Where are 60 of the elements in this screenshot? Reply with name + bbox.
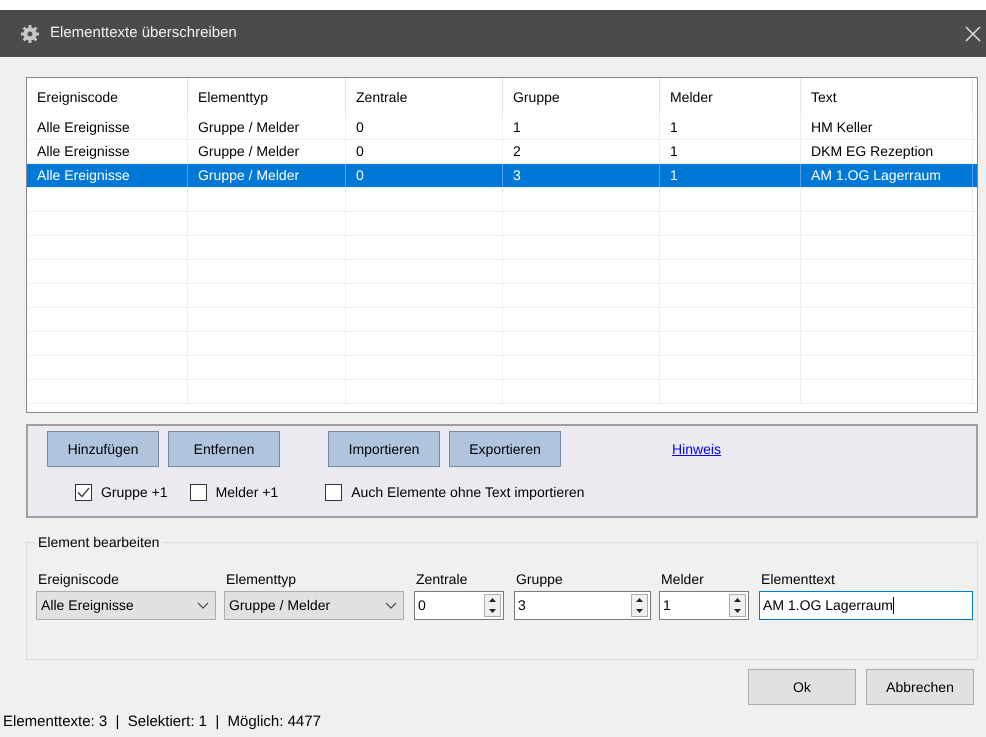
window-title: Elementtexte überschreiben — [50, 23, 237, 44]
column-header[interactable]: Melder — [670, 86, 713, 108]
dialog-button[interactable]: Ok — [748, 669, 856, 705]
dialog-button[interactable]: Abbrechen — [866, 669, 974, 705]
table-cell-text: 1 — [513, 118, 521, 137]
table-cell-text: Gruppe / Melder — [198, 166, 300, 185]
table-cell-text: 1 — [670, 166, 678, 185]
field-label: Elementtyp — [225, 570, 298, 589]
table-cell-text: 0 — [356, 142, 364, 161]
table-row[interactable]: Alle Ereignisse Gruppe / Melder 0 3 1 AM 1.OG Lagerraum — [27, 164, 977, 188]
status-text: Elementtexte: 3 | Selektiert: 1 | Möglich: 4477 — [3, 712, 321, 732]
table-row[interactable]: Alle Ereignisse Gruppe / Melder 0 1 1 HM Keller — [27, 116, 977, 140]
dropdown[interactable]: Alle Ereignisse — [36, 591, 216, 620]
toolbar-button[interactable]: Hinzufügen — [47, 431, 159, 467]
table-cell-text: Gruppe / Melder — [198, 142, 300, 161]
table-cell-text: Gruppe / Melder — [198, 118, 300, 137]
field-label: Zentrale — [415, 570, 468, 589]
chevron-down-icon — [197, 602, 209, 610]
table-cell-text: 0 — [356, 118, 364, 137]
text-field[interactable]: AM 1.OG Lagerraum — [759, 591, 973, 620]
spin-box[interactable]: 0 — [414, 591, 504, 620]
column-header[interactable]: Elementtyp — [198, 86, 268, 108]
checkbox-label[interactable]: Melder +1 — [216, 482, 278, 502]
table-cell-text: AM 1.OG Lagerraum — [811, 166, 941, 185]
table-cell-text: Alle Ereignisse — [37, 166, 130, 185]
table-cell-text: 1 — [670, 118, 678, 137]
checkbox-label[interactable]: Auch Elemente ohne Text importieren — [351, 482, 584, 502]
chevron-down-icon — [385, 602, 397, 610]
field-label: Elementtext — [760, 570, 836, 589]
toolbar-button[interactable]: Importieren — [328, 431, 440, 467]
checkbox-label[interactable]: Gruppe +1 — [101, 482, 168, 502]
hint-link[interactable]: Hinweis — [672, 438, 722, 460]
table-cell-text: 3 — [513, 166, 521, 185]
field-label: Gruppe — [515, 570, 564, 589]
checkbox[interactable] — [325, 484, 342, 500]
column-header[interactable]: Ereigniscode — [37, 86, 118, 108]
table-cell-text: 0 — [356, 166, 364, 185]
spin-box[interactable]: 3 — [514, 591, 651, 620]
column-header[interactable]: Text — [811, 86, 837, 108]
table-cell-text: 1 — [670, 142, 678, 161]
checkbox[interactable] — [75, 484, 92, 500]
toolbar-button[interactable]: Entfernen — [168, 431, 280, 467]
column-header[interactable]: Zentrale — [356, 86, 408, 108]
field-label: Ereigniscode — [37, 570, 120, 589]
spin-buttons[interactable] — [484, 594, 501, 617]
table-cell-text: Alle Ereignisse — [37, 142, 130, 161]
close-icon[interactable] — [964, 24, 982, 42]
field-label: Melder — [660, 570, 705, 589]
column-header[interactable]: Gruppe — [513, 86, 560, 108]
table-cell-text: 2 — [513, 142, 521, 161]
table-cell-text: DKM EG Rezeption — [811, 142, 934, 161]
toolbar-button[interactable]: Exportieren — [449, 431, 561, 467]
spin-box[interactable]: 1 — [659, 591, 749, 620]
table-cell-text: Alle Ereignisse — [37, 118, 130, 137]
spin-buttons[interactable] — [729, 594, 746, 617]
spin-buttons[interactable] — [631, 594, 648, 617]
dropdown[interactable]: Gruppe / Melder — [224, 591, 404, 620]
table-cell-text: HM Keller — [811, 118, 872, 137]
gear-icon — [20, 24, 40, 44]
checkbox[interactable] — [190, 484, 207, 500]
